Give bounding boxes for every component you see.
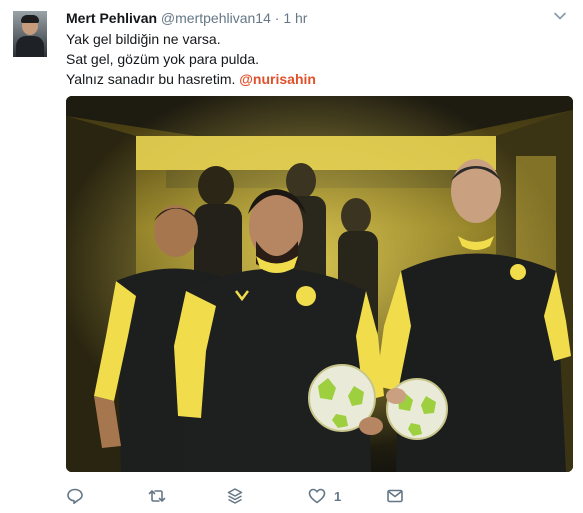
stack-icon [227,488,243,504]
tweet-text: Yak gel bildiğin ne varsa. Sat gel, gözü… [66,29,316,89]
timestamp[interactable]: 1 hr [283,10,307,26]
tweet-line: Yalnız sanadır bu hasretim. [66,71,240,87]
direct-message-button[interactable] [386,486,404,506]
message-icon [387,489,403,503]
reply-button[interactable] [66,486,84,506]
tweet-photo[interactable] [66,96,573,472]
tweet-line: Sat gel, gözüm yok para pulda. [66,51,260,67]
retweet-icon [148,490,166,502]
tweet-actions: 1 [66,486,486,508]
heart-icon [308,488,326,504]
reply-icon [67,488,83,504]
tweet-header: Mert Pehlivan @mertpehlivan14 · 1 hr [66,9,307,27]
retweet-button[interactable] [148,486,166,506]
separator: · [274,10,280,26]
mention-link[interactable]: @nurisahin [239,71,316,87]
like-count: 1 [334,488,342,504]
author-handle[interactable]: @mertpehlivan14 [161,10,271,26]
tweet[interactable]: Mert Pehlivan @mertpehlivan14 · 1 hr Yak… [0,0,583,513]
tweet-line: Yak gel bildiğin ne varsa. [66,31,221,47]
avatar[interactable] [13,11,47,57]
chevron-down-icon[interactable] [553,9,567,23]
collection-button[interactable] [226,486,244,506]
like-button[interactable]: 1 [308,486,341,506]
author-name[interactable]: Mert Pehlivan [66,10,157,26]
